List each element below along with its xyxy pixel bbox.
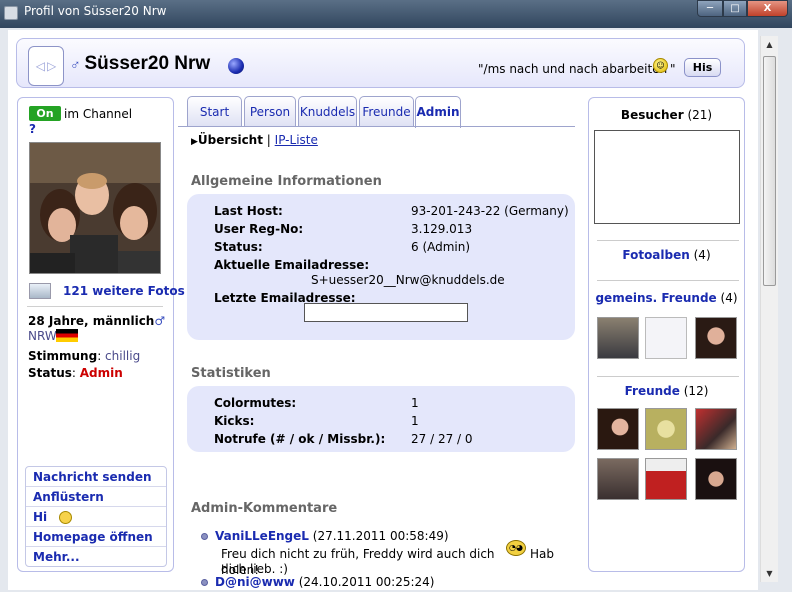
friend-thumbnail[interactable] <box>645 317 687 359</box>
divider <box>597 376 739 377</box>
tab-underline <box>178 126 575 127</box>
visitors-heading: Besucher (21) <box>620 108 713 122</box>
friend-thumbnail[interactable] <box>695 458 737 500</box>
overview-tab[interactable]: Übersicht <box>198 133 263 147</box>
tab-person[interactable]: Person <box>244 96 296 126</box>
send-message-button[interactable]: Nachricht senden <box>26 467 166 487</box>
friend-thumbnail[interactable] <box>645 408 687 450</box>
nav-right-icon[interactable]: ▷ <box>47 59 56 73</box>
admin-subnav: ▶Übersicht | IP-Liste <box>191 133 318 147</box>
clock-smiley-icon: ◔◕ <box>506 540 526 556</box>
male-icon: ♂ <box>154 314 166 328</box>
status-message: "/ms nach und nach abarbeiten <box>478 62 668 76</box>
stats-value-kicks: 1 <box>411 414 419 428</box>
comments-heading: Admin-Kommentare <box>191 501 338 516</box>
nav-arrows-icon[interactable]: ◁ ▷ <box>28 46 64 86</box>
stats-value-notrufe: 27 / 27 / 0 <box>411 432 473 446</box>
close-button[interactable]: X <box>747 0 788 17</box>
info-value-email: S+uesser20__Nrw@knuddels.de <box>311 273 505 287</box>
help-link[interactable]: ? <box>29 122 36 136</box>
profile-photo[interactable] <box>29 142 161 274</box>
action-list: Nachricht senden Anflüstern Hi Homepage … <box>25 466 167 567</box>
minimize-button[interactable]: ─ <box>697 0 723 17</box>
online-ball-icon <box>228 58 244 74</box>
stats-label-notrufe: Notrufe (# / ok / Missbr.): <box>214 432 386 446</box>
maximize-button[interactable]: □ <box>723 0 747 17</box>
stats-label-kicks: Kicks: <box>214 414 255 428</box>
window-titlebar: Profil von Süsser20 Nrw ─ □ X <box>0 0 792 28</box>
online-badge: On <box>29 106 61 121</box>
scroll-thumb[interactable] <box>763 56 776 286</box>
mood-row: Stimmung: chillig <box>28 349 141 363</box>
profile-photo-image <box>30 143 160 273</box>
nav-left-icon[interactable]: ◁ <box>36 59 45 73</box>
divider <box>597 280 739 281</box>
comment-author[interactable]: VaniLLeEngeL <box>215 529 309 543</box>
ip-list-link[interactable]: IP-Liste <box>275 133 318 147</box>
friend-thumbnail[interactable] <box>597 408 639 450</box>
info-value-regno: 3.129.013 <box>411 222 473 236</box>
photos-icon <box>29 283 51 299</box>
history-button[interactable]: His <box>684 58 721 77</box>
window-title: Profil von Süsser20 Nrw <box>24 4 167 18</box>
friend-thumbnail[interactable] <box>695 317 737 359</box>
tab-admin[interactable]: Admin <box>415 96 461 128</box>
tab-freunde[interactable]: Freunde <box>359 96 414 126</box>
region-label: NRW <box>28 329 57 343</box>
status-message-end: " <box>670 62 676 76</box>
friend-thumbnail[interactable] <box>645 458 687 500</box>
comment-date: (27.11.2011 00:58:49) <box>312 529 449 543</box>
last-email-field <box>304 303 468 322</box>
male-icon: ♂ <box>70 56 81 72</box>
friends-heading[interactable]: Freunde (12) <box>589 384 744 398</box>
window-icon <box>4 6 18 20</box>
scroll-up-icon[interactable]: ▲ <box>761 36 778 53</box>
tab-knuddels[interactable]: Knuddels <box>298 96 357 126</box>
comment-header: D@ni@www (24.10.2011 00:25:24) <box>215 575 434 589</box>
hi-smiley-icon <box>59 511 73 524</box>
profile-username: ♂ Süsser20 Nrw <box>70 53 211 74</box>
divider <box>27 306 163 307</box>
info-label-status: Status: <box>214 240 263 254</box>
info-value-status: 6 (Admin) <box>411 240 471 254</box>
friend-thumbnail[interactable] <box>695 408 737 450</box>
visitors-box[interactable] <box>594 130 740 224</box>
info-label-regno: User Reg-No: <box>214 222 304 236</box>
vertical-scrollbar[interactable]: ▲ ▼ <box>760 36 778 582</box>
friend-thumbnail[interactable] <box>597 458 639 500</box>
albums-heading[interactable]: Fotoalben (4) <box>589 248 744 262</box>
comment-bullet-icon <box>201 579 208 586</box>
triangle-icon: ▶ <box>191 137 198 147</box>
info-label-email: Aktuelle Emailadresse: <box>214 258 370 272</box>
friend-thumbnail[interactable] <box>597 317 639 359</box>
stats-heading: Statistiken <box>191 366 271 381</box>
whisper-button[interactable]: Anflüstern <box>26 487 166 507</box>
comment-author[interactable]: D@ni@www <box>215 575 295 589</box>
hi-button[interactable]: Hi <box>26 507 166 527</box>
divider <box>597 240 739 241</box>
info-value-lasthost: 93-201-243-22 (Germany) <box>411 204 569 218</box>
flag-germany-icon <box>56 329 78 342</box>
tab-start[interactable]: Start <box>187 96 242 126</box>
comment-header: VaniLLeEngeL (27.11.2011 00:58:49) <box>215 529 449 543</box>
smiley-icon: ☺ <box>653 58 668 73</box>
info-heading: Allgemeine Informationen <box>191 174 382 189</box>
comment-text-cont-a: Hab <box>530 547 554 561</box>
status-row: Status: Admin <box>28 366 123 380</box>
more-photos-link[interactable]: 121 weitere Fotos <box>63 284 185 298</box>
age-gender: 28 Jahre, männlich♂ <box>28 314 166 328</box>
info-label-lasthost: Last Host: <box>214 204 283 218</box>
stats-label-colormutes: Colormutes: <box>214 396 297 410</box>
open-homepage-button[interactable]: Homepage öffnen <box>26 527 166 547</box>
mutual-friends-heading[interactable]: gemeins. Freunde (4) <box>589 291 744 305</box>
comment-bullet-icon <box>201 533 208 540</box>
more-button[interactable]: Mehr... <box>26 547 166 567</box>
stats-value-colormutes: 1 <box>411 396 419 410</box>
comment-date: (24.10.2011 00:25:24) <box>298 575 435 589</box>
in-channel-label: im Channel <box>64 107 133 121</box>
scroll-down-icon[interactable]: ▼ <box>761 565 778 582</box>
